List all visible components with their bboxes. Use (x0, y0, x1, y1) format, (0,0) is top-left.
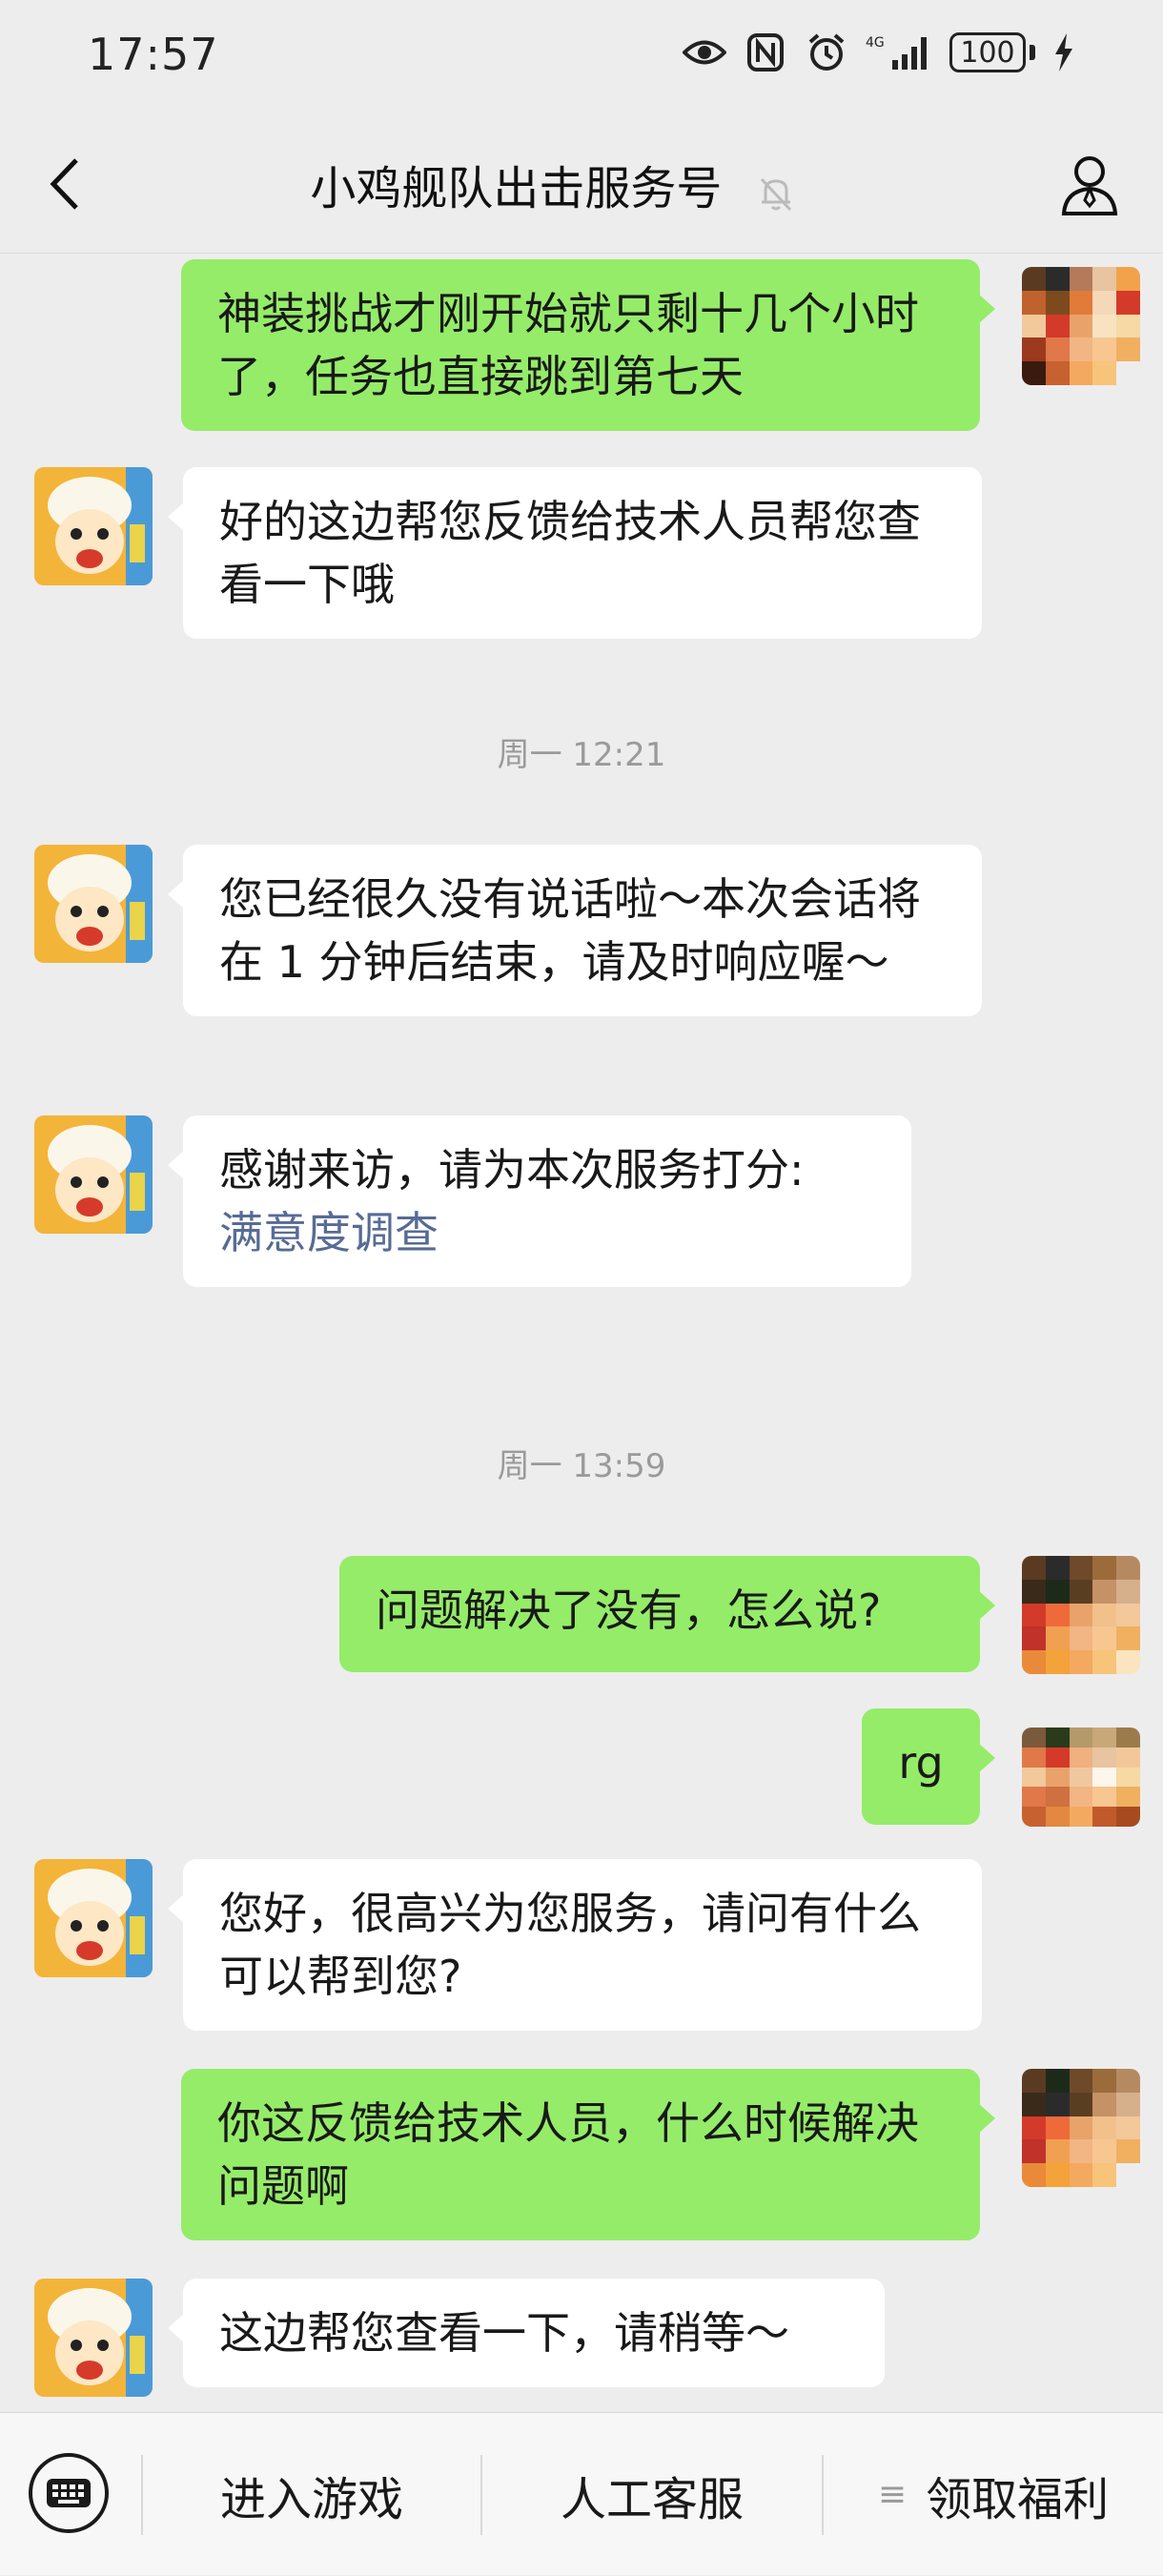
message-incoming[interactable]: 您已经很久没有说话啦～本次会话将在 1 分钟后结束，请及时响应喔～ (168, 845, 982, 1016)
user-avatar[interactable] (1022, 1556, 1140, 1674)
profile-icon (1061, 156, 1118, 215)
message-text: 您已经很久没有说话啦～本次会话将在 1 分钟后结束，请及时响应喔～ (219, 873, 921, 988)
message-outgoing[interactable]: rg (862, 1708, 995, 1825)
service-avatar[interactable] (34, 1859, 153, 1977)
user-avatar[interactable] (1022, 2069, 1140, 2187)
message-outgoing[interactable]: 问题解决了没有，怎么说? (339, 1556, 995, 1672)
message-text: 您好，很高兴为您服务，请问有什么可以帮到您? (219, 1888, 921, 2002)
keyboard-icon (47, 2479, 91, 2507)
signal-icon: 4G (866, 31, 932, 74)
timestamp: 周一 13:59 (497, 1447, 666, 1485)
battery-icon: 100 (949, 32, 1035, 72)
message-text: 好的这边帮您反馈给技术人员帮您查看一下哦 (219, 496, 921, 610)
message-incoming[interactable]: 这边帮您查看一下，请稍等～ (168, 2279, 885, 2387)
status-bar: 17:57 4G 100 (0, 0, 1163, 114)
eye-icon (683, 31, 726, 74)
message-outgoing[interactable]: 神装挑战才刚开始就只剩十几个小时了，任务也直接跳到第七天 (181, 259, 995, 431)
message-text: 感谢来访，请为本次服务打分: (219, 1144, 805, 1196)
keyboard-toggle-button[interactable] (29, 2453, 109, 2533)
profile-button[interactable] (1058, 153, 1121, 219)
mute-bell-icon (756, 172, 796, 212)
menu-claim-rewards[interactable]: ≡ 领取福利 (824, 2413, 1163, 2576)
service-avatar[interactable] (34, 1115, 153, 1234)
message-text: 这边帮您查看一下，请稍等～ (219, 2307, 789, 2359)
message-text: 问题解决了没有，怎么说? (376, 1584, 882, 1636)
page-title: 小鸡舰队出击服务号 (0, 151, 1163, 217)
nfc-icon (744, 31, 787, 74)
message-incoming[interactable]: 您好，很高兴为您服务，请问有什么可以帮到您? (168, 1859, 982, 2031)
nav-bar: 小鸡舰队出击服务号 (0, 114, 1163, 254)
page-title-text: 小鸡舰队出击服务号 (310, 162, 723, 215)
chat-area[interactable]: 神装挑战才刚开始就只剩十几个小时了，任务也直接跳到第七天 好的这边帮您反馈给技术… (0, 254, 1163, 2412)
message-outgoing[interactable]: 你这反馈给技术人员，什么时候解决问题啊 (181, 2069, 995, 2240)
menu-human-service[interactable]: 人工客服 (482, 2413, 822, 2576)
menu-label: 进入游戏 (219, 2472, 403, 2526)
status-time: 17:57 (88, 29, 219, 80)
menu-enter-game[interactable]: 进入游戏 (143, 2413, 480, 2576)
signal-label: 4G (866, 35, 885, 51)
service-avatar[interactable] (34, 2279, 153, 2397)
alarm-icon (805, 31, 848, 74)
bottom-menu-bar: 进入游戏 人工客服 ≡ 领取福利 (0, 2412, 1163, 2575)
satisfaction-survey-link[interactable]: 满意度调查 (219, 1201, 875, 1264)
battery-level: 100 (949, 32, 1026, 72)
user-avatar[interactable] (1022, 267, 1140, 385)
message-text: 神装挑战才刚开始就只剩十几个小时了，任务也直接跳到第七天 (217, 288, 919, 402)
menu-lines-icon: ≡ (877, 2475, 908, 2514)
menu-label: 人工客服 (560, 2472, 744, 2526)
message-incoming[interactable]: 感谢来访，请为本次服务打分: 满意度调查 (168, 1115, 911, 1287)
message-incoming[interactable]: 好的这边帮您反馈给技术人员帮您查看一下哦 (168, 467, 982, 639)
menu-label: 领取福利 (926, 2472, 1110, 2526)
service-avatar[interactable] (34, 845, 153, 963)
charging-icon (1052, 31, 1075, 74)
message-text: rg (898, 1737, 944, 1789)
timestamp: 周一 12:21 (497, 736, 666, 774)
message-text: 你这反馈给技术人员，什么时候解决问题啊 (217, 2097, 919, 2212)
status-icons: 4G 100 (683, 31, 1075, 74)
user-avatar[interactable] (1022, 1728, 1140, 1827)
service-avatar[interactable] (34, 467, 153, 585)
